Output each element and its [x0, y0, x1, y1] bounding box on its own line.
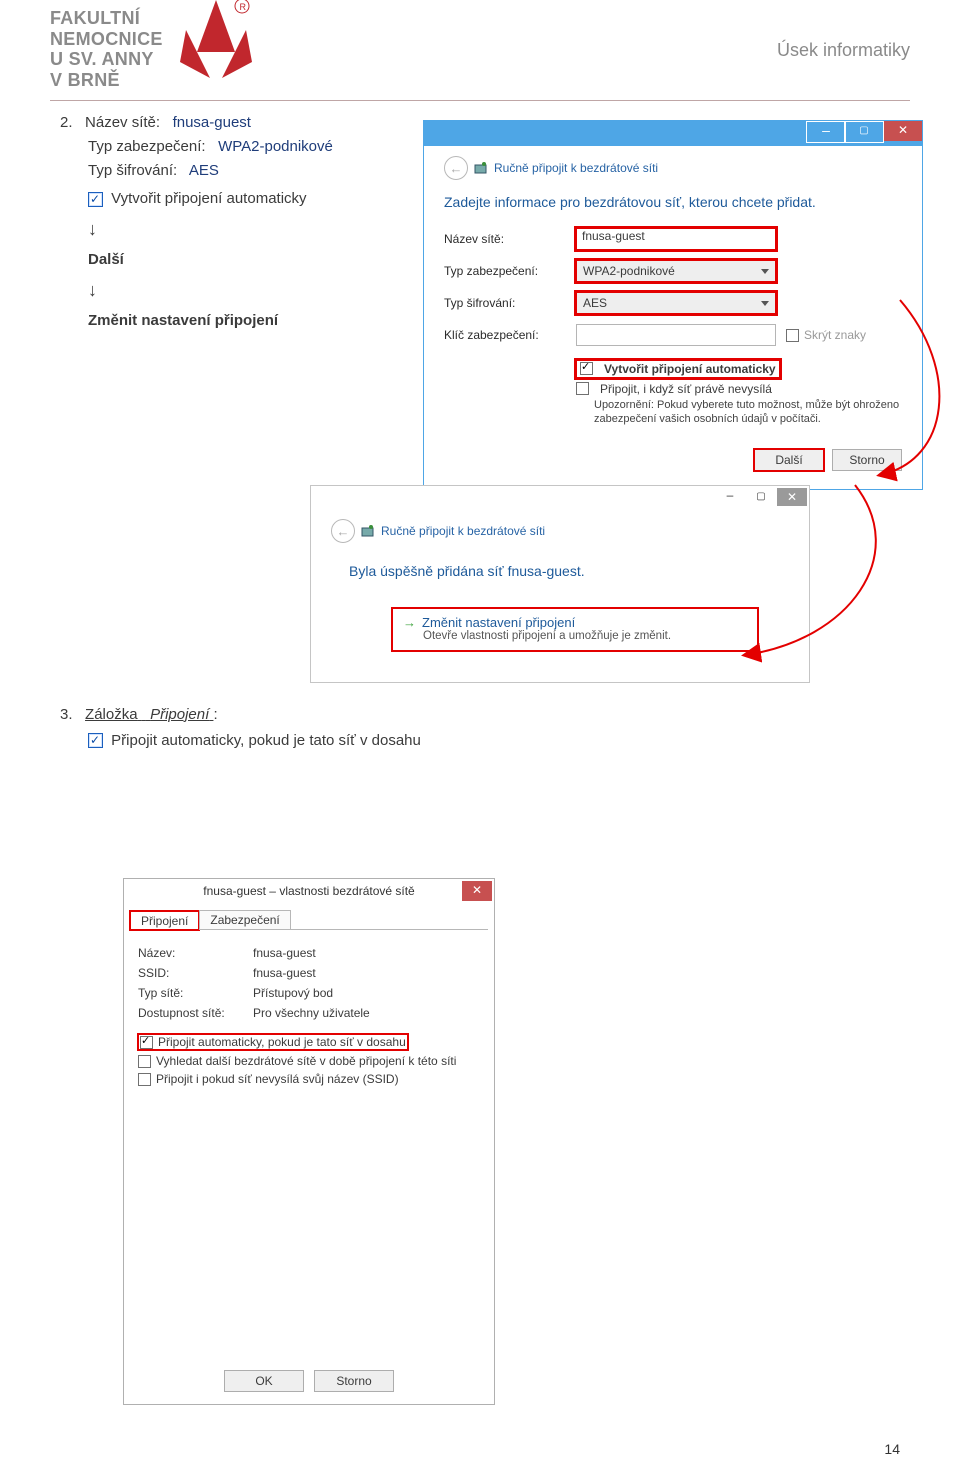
org-line: U SV. ANNY — [50, 49, 163, 70]
connect-hidden-checkbox[interactable] — [138, 1073, 151, 1086]
back-button[interactable]: ← — [444, 156, 468, 180]
look-other-checkbox[interactable] — [138, 1055, 151, 1068]
maximize-button[interactable]: ▢ — [844, 121, 884, 143]
label: Dostupnost sítě: — [138, 1006, 253, 1020]
close-button[interactable]: ✕ — [884, 121, 922, 141]
breadcrumb-title[interactable]: Ručně připojit k bezdrátové síti — [381, 524, 545, 538]
titlebar: – ▢ ✕ — [311, 486, 809, 511]
encryption-type-select[interactable]: AES — [576, 292, 776, 314]
label: Připojit i pokud síť nevysílá svůj název… — [156, 1072, 399, 1086]
step-number: 3. — [60, 706, 73, 723]
label: Připojit, i když síť právě nevysílá — [600, 382, 772, 396]
wizard-heading: Zadejte informace pro bezdrátovou síť, k… — [444, 194, 902, 210]
wizard-heading: Byla úspěšně přidána síť fnusa-guest. — [349, 563, 789, 579]
tab-connection[interactable]: Připojení — [130, 911, 199, 930]
label: Vytvořit připojení automaticky — [604, 362, 776, 376]
network-name-input[interactable]: fnusa-guest — [576, 228, 776, 250]
value: Pro všechny uživatele — [253, 1006, 370, 1020]
department-name: Úsek informatiky — [777, 40, 910, 61]
label: Připojit automaticky, pokud je tato síť … — [111, 732, 421, 749]
wizard-window-add-network: – ▢ ✕ ← Ručně připojit k bezdrátové síti… — [423, 120, 923, 490]
ok-button[interactable]: OK — [224, 1370, 304, 1392]
value: Přístupový bod — [253, 986, 333, 1000]
value: WPA2-podnikové — [218, 138, 333, 155]
arrow-right-icon: → — [403, 615, 416, 630]
value: fnusa-guest — [173, 114, 251, 131]
label-encryption-type: Typ šifrování: — [444, 296, 576, 310]
network-icon — [474, 161, 488, 175]
org-line: FAKULTNÍ — [50, 8, 163, 29]
label-security-type: Typ zabezpečení: — [444, 264, 576, 278]
change-settings-box[interactable]: → Změnit nastavení připojení Otevře vlas… — [391, 607, 759, 652]
dialog-body: Název:fnusa-guest SSID:fnusa-guest Typ s… — [124, 930, 494, 1360]
breadcrumb-title[interactable]: Ručně připojit k bezdrátové síti — [494, 161, 658, 175]
maximize-button[interactable]: ▢ — [746, 488, 776, 506]
org-name: FAKULTNÍ NEMOCNICE U SV. ANNY V BRNĚ — [50, 8, 163, 91]
wizard-breadcrumb: ← Ručně připojit k bezdrátové síti — [331, 519, 789, 543]
hide-chars-checkbox[interactable] — [786, 329, 799, 342]
value: fnusa-guest — [253, 966, 316, 980]
next-button[interactable]: Další — [754, 449, 824, 471]
label: Připojit automaticky, pokud je tato síť … — [158, 1035, 406, 1049]
tabs: Připojení Zabezpečení — [130, 909, 488, 930]
wizard-breadcrumb: ← Ručně připojit k bezdrátové síti — [444, 156, 902, 180]
label: Název: — [138, 946, 253, 960]
minimize-button[interactable]: – — [806, 121, 846, 143]
value: fnusa-guest — [253, 946, 316, 960]
security-type-select[interactable]: WPA2-podnikové — [576, 260, 776, 282]
auto-connect-row: Připojit automaticky, pokud je tato síť … — [138, 1034, 408, 1050]
cancel-button[interactable]: Storno — [832, 449, 902, 471]
back-button[interactable]: ← — [331, 519, 355, 543]
titlebar: fnusa-guest – vlastnosti bezdrátové sítě… — [124, 879, 494, 905]
value: AES — [189, 162, 219, 179]
connect-hidden-row: Připojit, i když síť právě nevysílá — [576, 382, 902, 396]
label: Typ šifrování: — [88, 162, 177, 179]
label-network-name: Název sítě: — [444, 232, 576, 246]
label: Typ sítě: — [138, 986, 253, 1000]
close-button[interactable]: ✕ — [462, 881, 492, 901]
tab-name: Připojení — [150, 706, 209, 723]
checkbox-icon — [88, 733, 103, 748]
minimize-button[interactable]: – — [715, 488, 745, 506]
look-other-row: Vyhledat další bezdrátové sítě v době př… — [138, 1054, 494, 1068]
label: Skrýt znaky — [804, 328, 866, 342]
security-key-input[interactable] — [576, 324, 776, 346]
auto-connect-row: Vytvořit připojení automaticky — [576, 360, 780, 378]
label: SSID: — [138, 966, 253, 980]
auto-connect-checkbox[interactable] — [580, 362, 593, 375]
auto-connect-checkbox[interactable] — [140, 1036, 153, 1049]
tab-security[interactable]: Zabezpečení — [199, 910, 290, 930]
network-icon — [361, 524, 375, 538]
label: Typ zabezpečení: — [88, 138, 206, 155]
close-button[interactable]: ✕ — [777, 488, 807, 506]
cancel-button[interactable]: Storno — [314, 1370, 394, 1392]
org-line: NEMOCNICE — [50, 29, 163, 50]
label: Záložka — [85, 706, 138, 723]
page-header: FAKULTNÍ NEMOCNICE U SV. ANNY V BRNĚ R Ú… — [50, 0, 910, 101]
connect-hidden-row: Připojit i pokud síť nevysílá svůj název… — [138, 1072, 494, 1086]
warning-text: Upozornění: Pokud vyberete tuto možnost,… — [594, 398, 902, 427]
change-settings-sub: Otevře vlastnosti připojení a umožňuje j… — [423, 630, 747, 642]
label: Vytvořit připojení automaticky — [111, 190, 306, 207]
properties-dialog: fnusa-guest – vlastnosti bezdrátové sítě… — [123, 878, 495, 1405]
step-number: 2. — [60, 114, 73, 131]
label-security-key: Klíč zabezpečení: — [444, 328, 576, 342]
checkbox-icon — [88, 192, 103, 207]
page-number: 14 — [884, 1441, 900, 1457]
label: Název sítě: — [85, 114, 160, 131]
change-settings-title: Změnit nastavení připojení — [422, 615, 575, 630]
step-3-text: 3. Záložka Připojení : Připojit automati… — [60, 703, 900, 753]
org-line: V BRNĚ — [50, 70, 163, 91]
wizard-window-success: – ▢ ✕ ← Ručně připojit k bezdrátové síti… — [310, 485, 810, 683]
dialog-title: fnusa-guest – vlastnosti bezdrátové sítě — [124, 884, 494, 898]
svg-text:R: R — [240, 2, 247, 12]
label: Vyhledat další bezdrátové sítě v době př… — [156, 1054, 456, 1068]
titlebar: – ▢ ✕ — [424, 121, 922, 146]
hospital-logo-icon: R — [180, 0, 255, 90]
connect-hidden-checkbox[interactable] — [576, 382, 589, 395]
